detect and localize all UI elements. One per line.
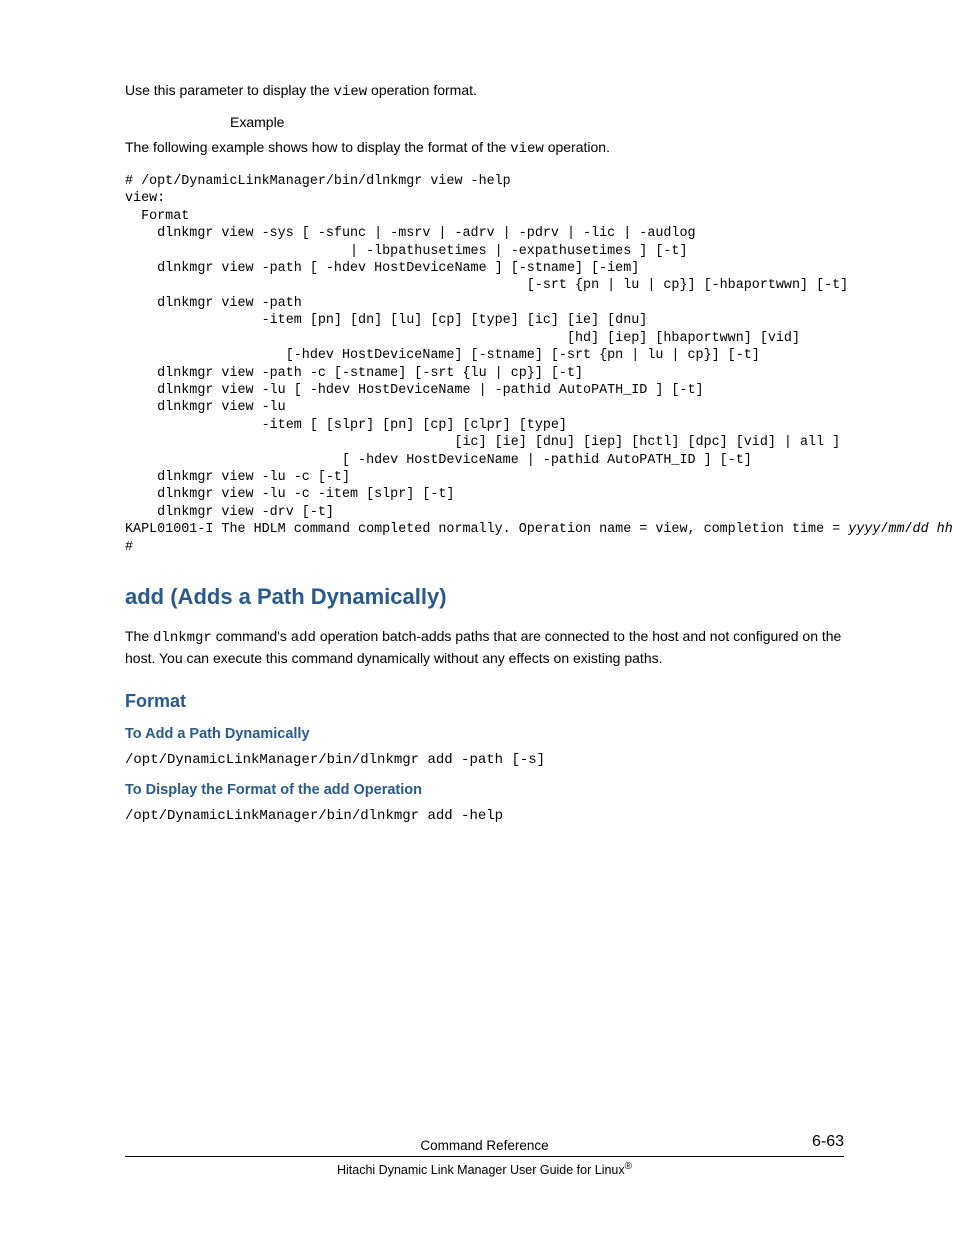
heading-format: Format [125, 691, 844, 712]
text: operation format. [367, 82, 477, 98]
inline-code: add [291, 630, 316, 646]
registered-mark: ® [625, 1161, 632, 1172]
example-label: Example [230, 112, 844, 132]
inline-code: view [510, 141, 544, 157]
footer-doc-title: Hitachi Dynamic Link Manager User Guide … [125, 1161, 844, 1177]
text: command's [212, 628, 291, 644]
footer-section-title: Command Reference [420, 1136, 548, 1156]
param-description: Use this parameter to display the view o… [125, 80, 844, 102]
example-text: The following example shows how to displ… [125, 137, 844, 159]
add-description: The dlnkmgr command's add operation batc… [125, 626, 844, 669]
command-add-path: /opt/DynamicLinkManager/bin/dlnkmgr add … [125, 752, 844, 768]
text: The [125, 628, 153, 644]
text: Hitachi Dynamic Link Manager User Guide … [337, 1163, 625, 1177]
command-add-help: /opt/DynamicLinkManager/bin/dlnkmgr add … [125, 808, 844, 824]
heading-add-help: To Display the Format of the add Operati… [125, 782, 844, 798]
inline-code: view [334, 84, 368, 100]
footer-divider [125, 1156, 844, 1157]
page-number: 6-63 [812, 1132, 844, 1152]
page-footer: Command Reference 6-63 Hitachi Dynamic L… [125, 1136, 844, 1177]
code-block-view-help: # /opt/DynamicLinkManager/bin/dlnkmgr vi… [125, 173, 844, 556]
text: operation. [544, 139, 610, 155]
heading-add: add (Adds a Path Dynamically) [125, 584, 844, 610]
heading-add-path: To Add a Path Dynamically [125, 726, 844, 742]
inline-code: dlnkmgr [153, 630, 212, 646]
text: Use this parameter to display the [125, 82, 334, 98]
text: The following example shows how to displ… [125, 139, 510, 155]
